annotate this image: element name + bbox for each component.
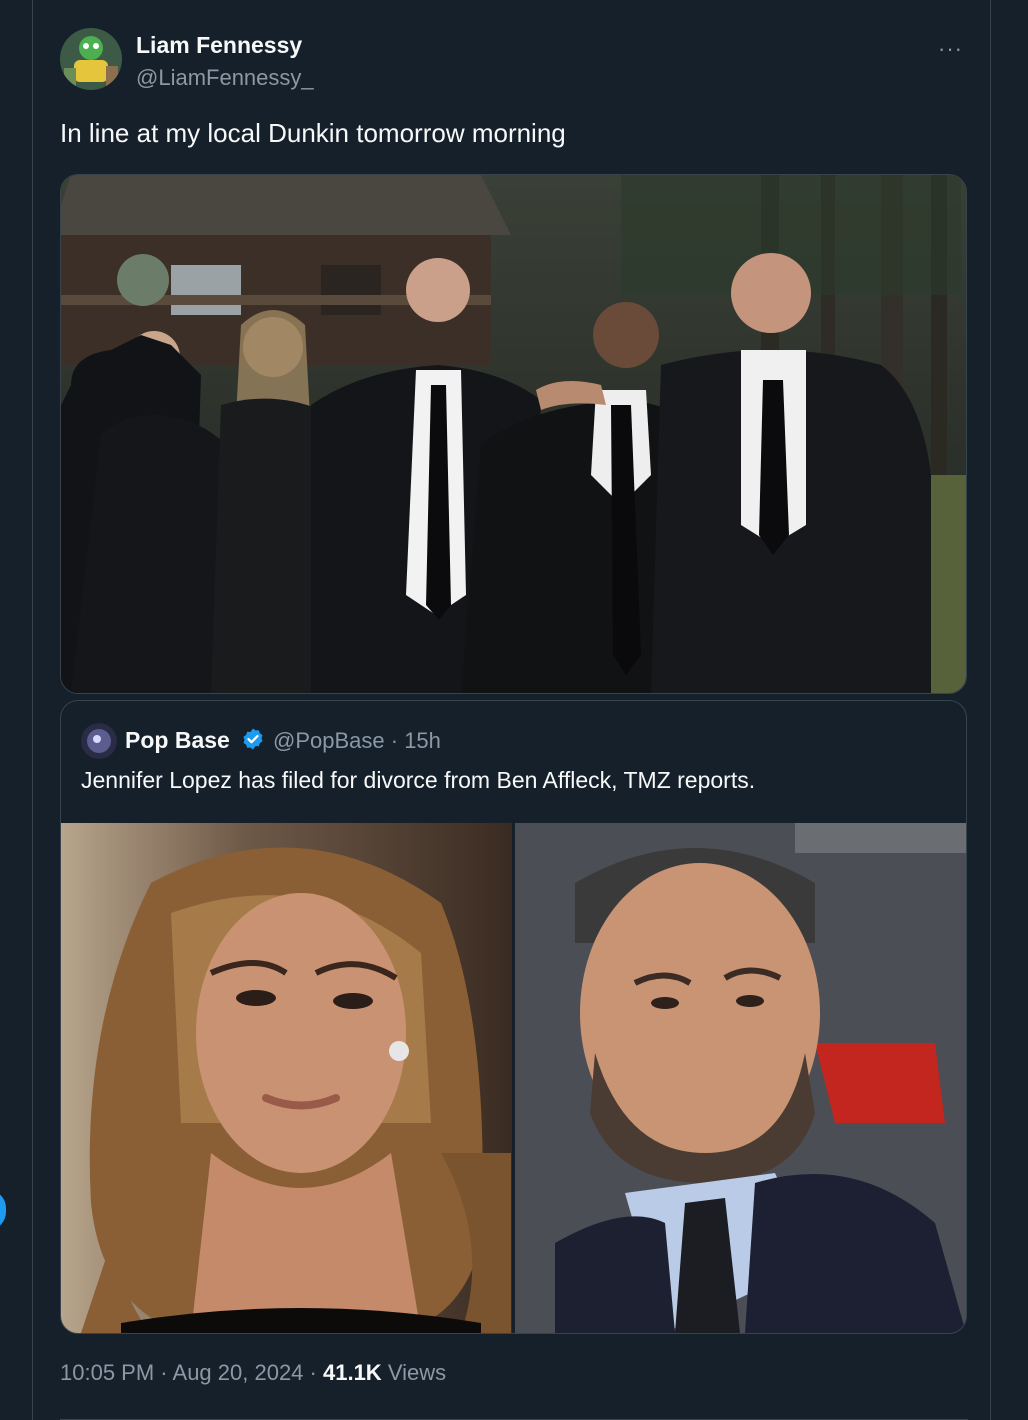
tweet-meta-footer: 10:05 PM · Aug 20, 2024 · 41.1K Views: [60, 1360, 446, 1386]
tweet-header: Liam Fennessy @LiamFennessy_ ···: [60, 28, 965, 94]
tweet-time[interactable]: 10:05 PM: [60, 1360, 154, 1385]
views-count[interactable]: 41.1K: [323, 1360, 382, 1385]
quoted-text: Jennifer Lopez has filed for divorce fro…: [81, 767, 756, 793]
man-portrait-image: [515, 823, 966, 1333]
quoted-avatar[interactable]: [81, 723, 117, 759]
quoted-time[interactable]: 15h: [404, 728, 441, 753]
compose-fab-edge[interactable]: [0, 1190, 6, 1230]
verified-badge-icon: [241, 727, 265, 751]
quoted-photo-right[interactable]: [515, 823, 966, 1333]
quoted-name[interactable]: Pop Base: [125, 727, 230, 754]
author-name[interactable]: Liam Fennessy: [136, 32, 302, 59]
quoted-media[interactable]: [61, 823, 966, 1333]
meta-separator: ·: [384, 728, 405, 753]
footer-separator-2: ·: [303, 1360, 323, 1385]
footer-separator-1: ·: [154, 1360, 173, 1385]
more-options-icon[interactable]: ···: [938, 36, 963, 62]
quoted-handle[interactable]: @PopBase: [273, 728, 385, 753]
woman-portrait-image: [61, 823, 512, 1333]
timeline-border-right: [990, 0, 991, 1420]
quoted-meta: @PopBase · 15h: [273, 728, 441, 754]
funeral-scene-image: [61, 175, 966, 693]
views-label[interactable]: Views: [382, 1360, 446, 1385]
tweet-photo[interactable]: [60, 174, 967, 694]
quoted-photo-left[interactable]: [61, 823, 512, 1333]
quoted-tweet[interactable]: Pop Base @PopBase · 15h Jennifer Lopez h…: [60, 700, 967, 1334]
author-handle[interactable]: @LiamFennessy_: [136, 65, 314, 91]
tweet-date[interactable]: Aug 20, 2024: [173, 1360, 304, 1385]
author-avatar[interactable]: [60, 28, 122, 90]
tweet-text: In line at my local Dunkin tomorrow morn…: [60, 118, 566, 148]
timeline-border-left: [32, 0, 33, 1420]
